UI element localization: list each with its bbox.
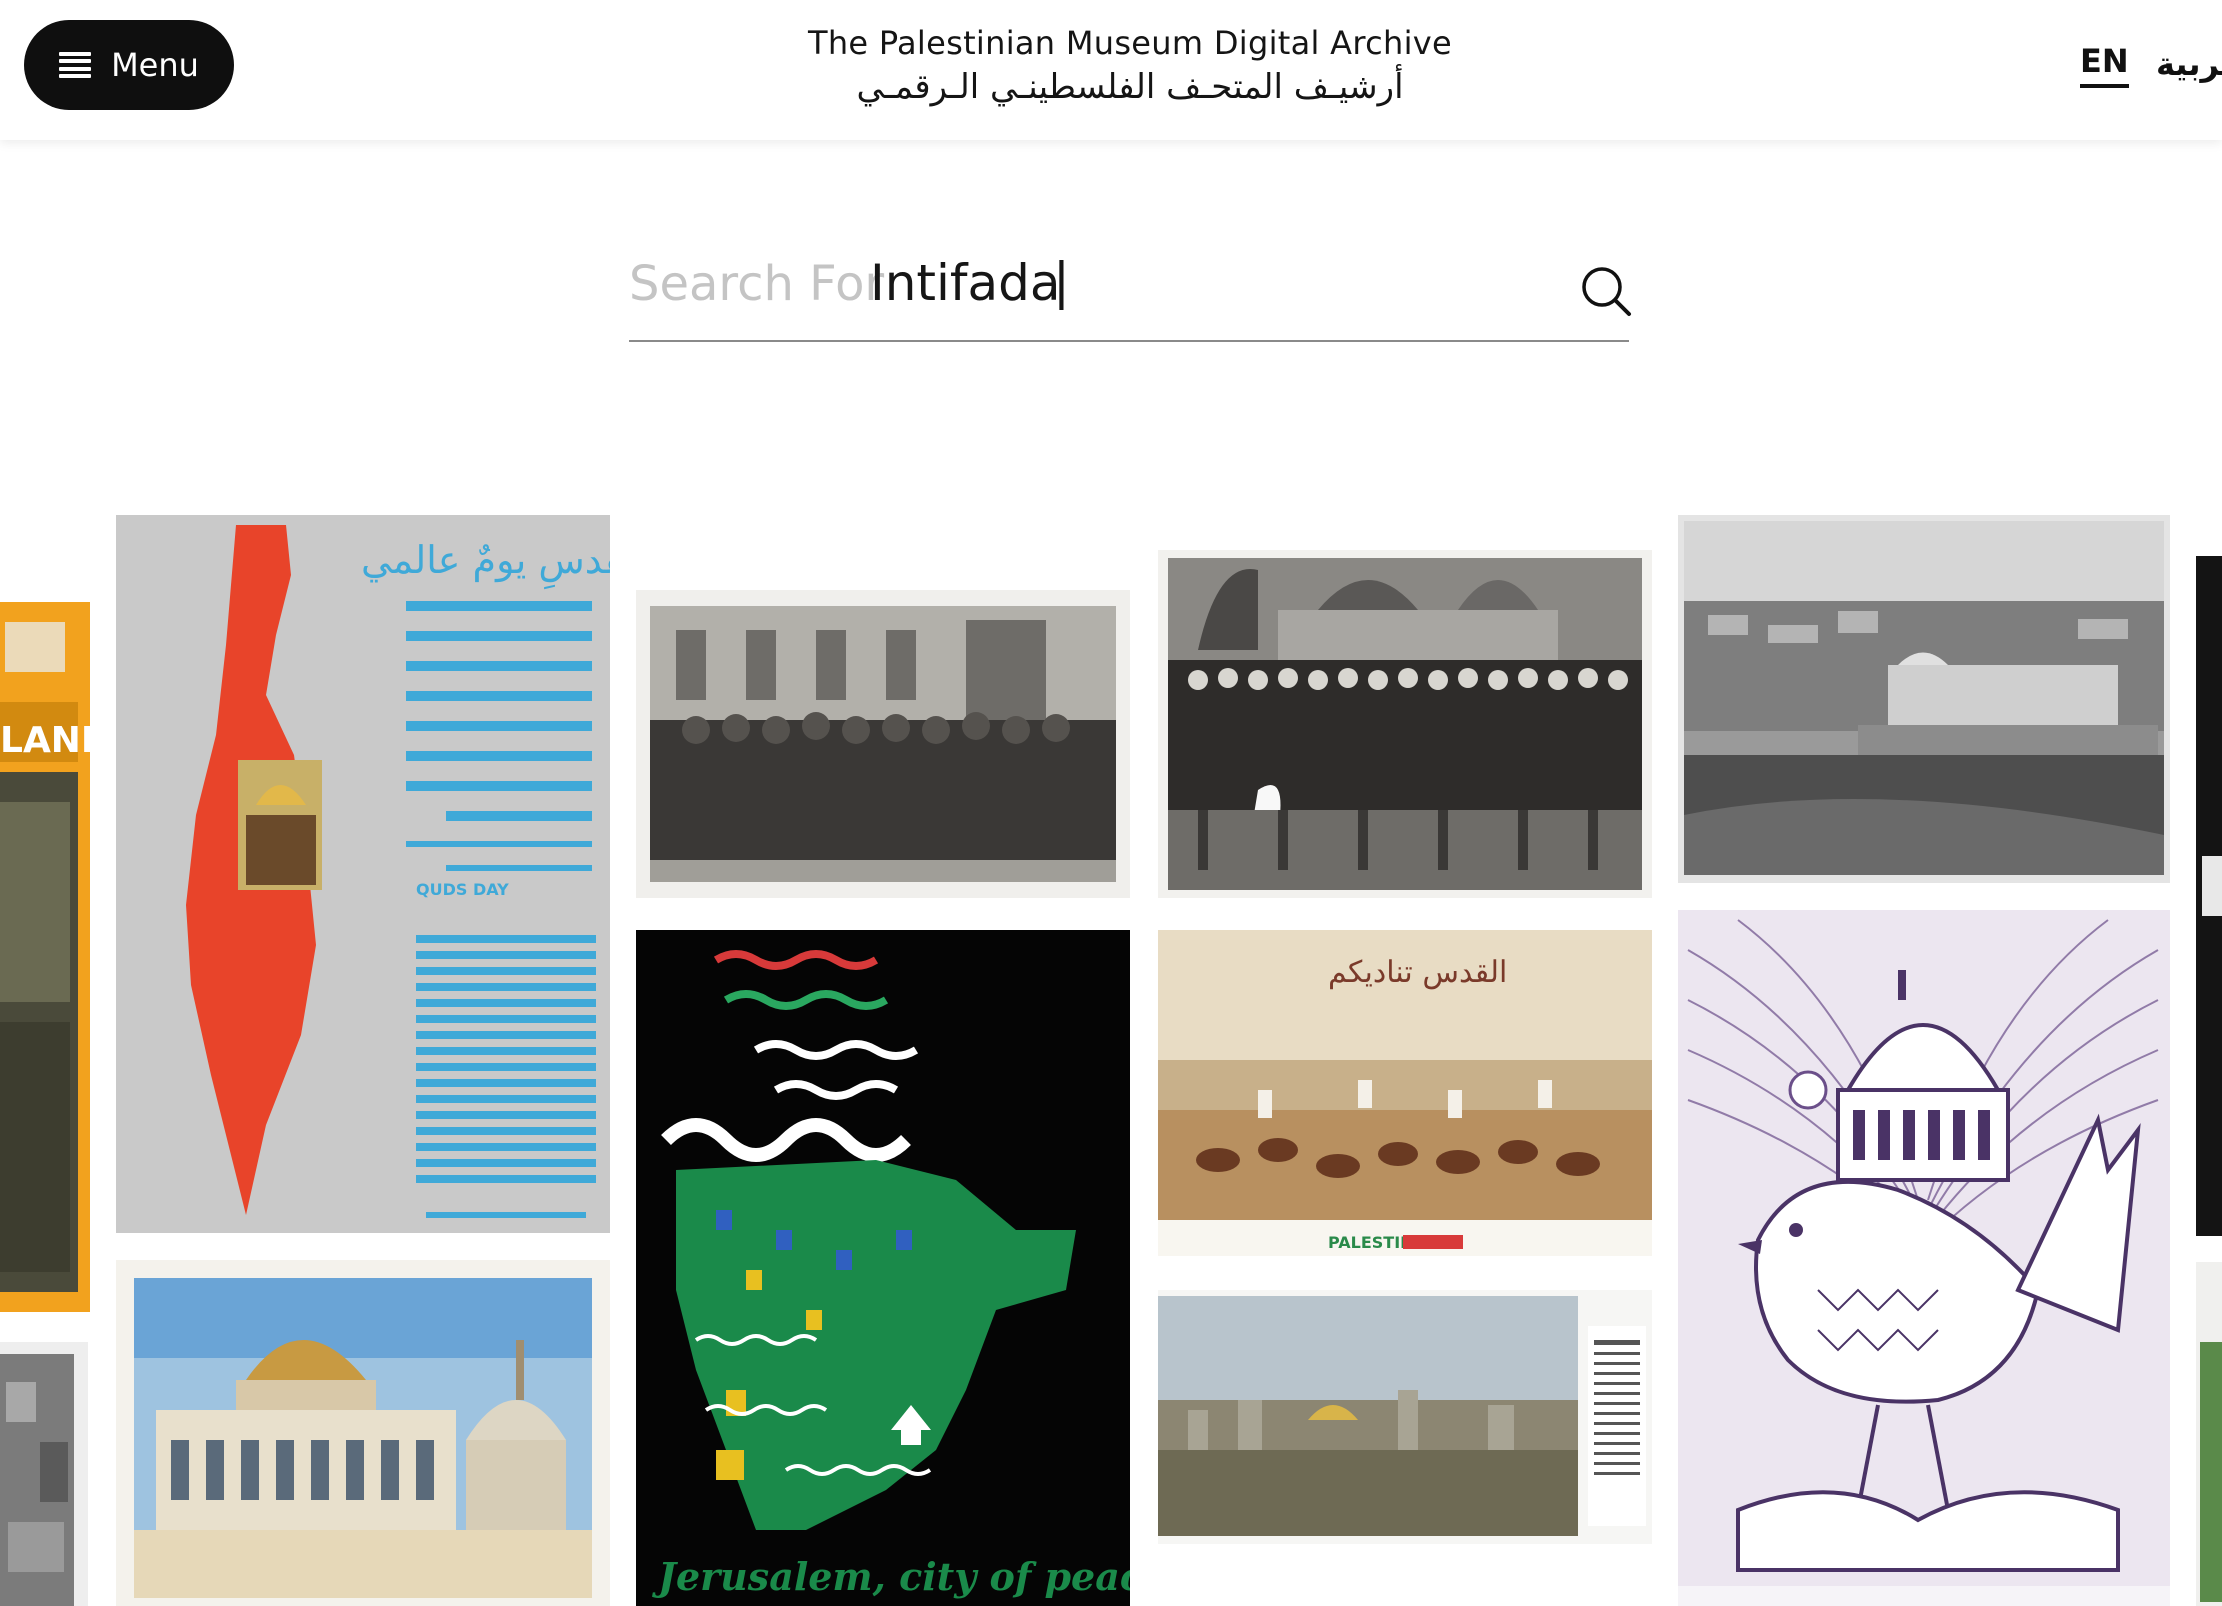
gallery-item-group-photo-women[interactable]: [636, 590, 1130, 898]
hamburger-icon: [59, 52, 92, 78]
svg-text:LAND: LAND: [0, 720, 90, 761]
search-bar[interactable]: Search For Intifada |: [629, 244, 1631, 342]
gallery-item-right-partial-photo[interactable]: [2196, 1262, 2222, 1606]
menu-label: Menu: [111, 46, 199, 84]
search-icon[interactable]: [1579, 264, 1633, 318]
search-label: Search For: [629, 256, 885, 312]
gallery-item-right-partial-poster[interactable]: [2196, 556, 2222, 1236]
site-title-english: The Palestinian Museum Digital Archive: [807, 24, 1453, 62]
gallery-item-jerusalem-panorama-photo[interactable]: [1158, 1290, 1652, 1544]
peace-poster-caption: Jerusalem, city of peace: [652, 1554, 1130, 1599]
gallery-item-jerusalem-city-of-peace-poster[interactable]: Jerusalem, city of peace: [636, 930, 1130, 1606]
search-input[interactable]: Intifada: [870, 254, 1061, 312]
menu-button[interactable]: Menu: [24, 20, 234, 110]
site-title-arabic: أرشيـف المتحـف الفلسطينـي الـرقمـي: [856, 67, 1404, 107]
gallery-item-quds-calls-you-poster[interactable]: القدس تناديكم PALESTINE: [1158, 930, 1652, 1256]
gallery-item-dove-dome-drawing[interactable]: [1678, 910, 2170, 1606]
gallery-item-crowd-photo[interactable]: [1158, 550, 1652, 898]
gallery-item-aerial-photo[interactable]: [0, 1342, 88, 1606]
site-title[interactable]: The Palestinian Museum Digital Archive أ…: [700, 22, 1560, 110]
language-arabic-link[interactable]: العربية: [2156, 44, 2222, 84]
gallery-item-old-city-aerial-photo[interactable]: [1678, 515, 2170, 883]
search-cursor: |: [1053, 252, 1070, 310]
gallery-item-land-poster[interactable]: LAND: [0, 602, 90, 1312]
quds-poster-english-line: QUDS DAY: [416, 880, 509, 899]
site-header: Menu The Palestinian Museum Digital Arch…: [0, 0, 2222, 140]
language-english-link[interactable]: EN: [2080, 42, 2129, 88]
panorama-poster-title: القدس تناديكم: [1328, 955, 1507, 990]
gallery-item-dome-illustration[interactable]: [116, 1260, 610, 1606]
gallery-item-quds-day-poster[interactable]: يومُ القدسِ يومٌ عالمي QUDS DAY: [116, 515, 610, 1233]
